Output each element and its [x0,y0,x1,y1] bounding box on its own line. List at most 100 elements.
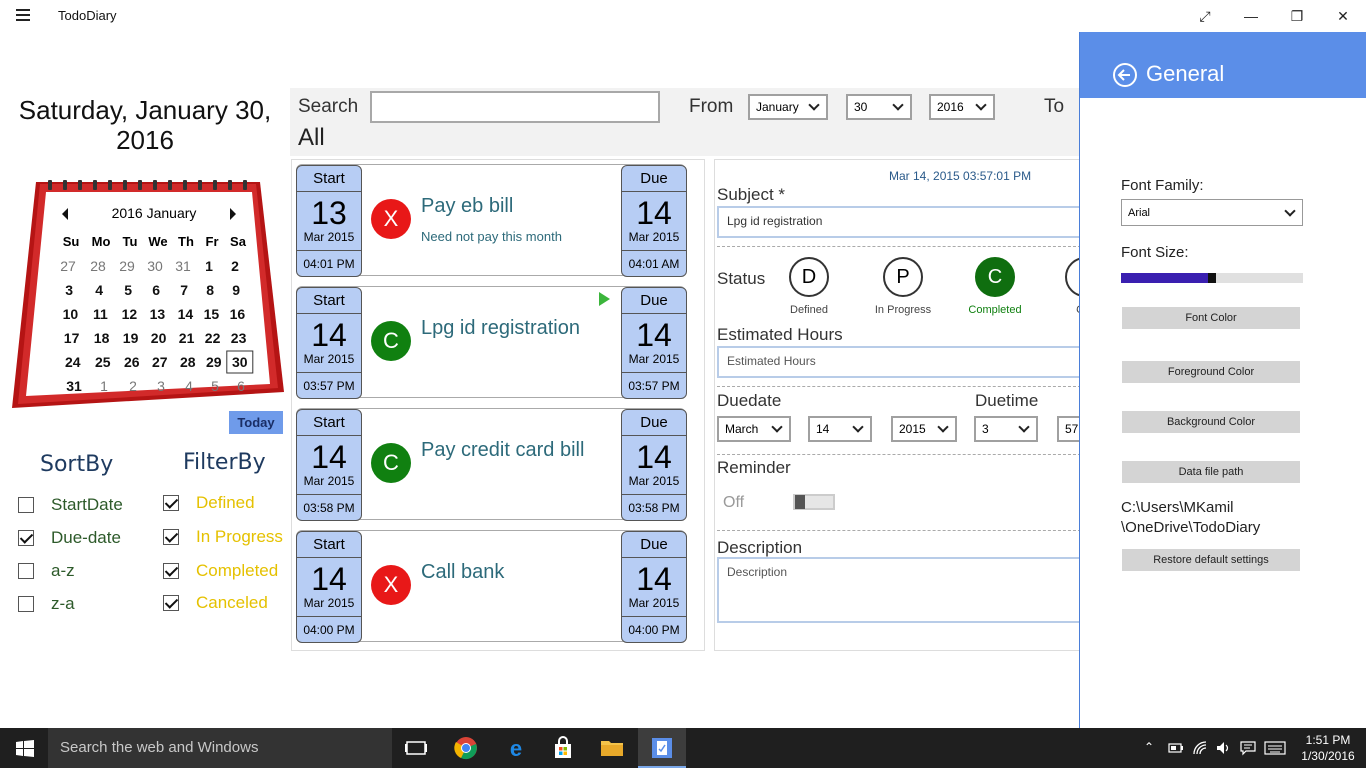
calendar-day[interactable]: 24 [65,354,81,370]
filter-option[interactable]: Canceled [163,593,268,613]
filter-checkbox[interactable] [163,563,179,579]
edge-icon[interactable]: e [504,736,528,760]
calendar-day[interactable]: 30 [232,354,248,370]
calendar-day[interactable]: 11 [93,306,108,322]
font-color-button[interactable]: Font Color [1122,307,1300,329]
sort-checkbox[interactable] [18,497,34,513]
calendar-day[interactable]: 31 [175,258,191,274]
wifi-icon[interactable] [1192,740,1208,756]
due-year-select[interactable]: 2015 [891,416,957,442]
restore-defaults-button[interactable]: Restore default settings [1122,549,1300,571]
calendar-day[interactable]: 3 [65,282,73,298]
calendar-day[interactable]: 2 [129,378,137,394]
reminder-toggle[interactable] [793,494,835,510]
calendar-day[interactable]: 25 [95,354,111,370]
calendar-day[interactable]: 5 [124,282,132,298]
sort-option[interactable]: Due-date [18,528,121,548]
volume-icon[interactable] [1216,740,1232,756]
filter-checkbox[interactable] [163,595,179,611]
sort-checkbox[interactable] [18,530,34,546]
active-app-tile[interactable] [638,728,686,768]
filter-checkbox[interactable] [163,495,179,511]
slider-thumb[interactable] [1208,273,1216,283]
from-day-select[interactable]: 30 [846,94,912,120]
due-hour-select[interactable]: 3 [974,416,1038,442]
background-color-button[interactable]: Background Color [1122,411,1300,433]
close-button[interactable]: ✕ [1320,0,1366,32]
calendar-day[interactable]: 15 [204,306,220,322]
calendar-day[interactable]: 9 [232,282,240,298]
calendar-day[interactable]: 22 [205,330,221,346]
battery-icon[interactable] [1168,742,1184,754]
font-size-slider[interactable] [1121,273,1303,283]
calendar-day[interactable]: 20 [151,330,167,346]
filter-option[interactable]: Defined [163,493,255,513]
foreground-color-button[interactable]: Foreground Color [1122,361,1300,383]
calendar-day[interactable]: 27 [152,354,168,370]
calendar-day[interactable]: 5 [211,378,219,394]
calendar-day[interactable]: 13 [150,306,166,322]
task-card[interactable]: Start 14 Mar 2015 04:00 PM X Call bank Due 14 Ma… [296,530,687,643]
calendar-day[interactable]: 28 [180,354,196,370]
description-input[interactable]: Description [717,557,1079,623]
windows-start-icon[interactable] [16,740,34,757]
sort-option[interactable]: StartDate [18,495,123,515]
calendar-day[interactable]: 18 [94,330,110,346]
sort-checkbox[interactable] [18,563,34,579]
back-arrow-icon[interactable] [1112,62,1138,88]
sort-option[interactable]: z-a [18,594,75,614]
calendar-day[interactable]: 26 [124,354,140,370]
taskbar-search-box[interactable]: Search the web and Windows [48,728,392,768]
font-family-select[interactable]: Arial [1121,199,1303,226]
status-option-defined[interactable]: D [789,257,829,297]
estimated-hours-input[interactable]: Estimated Hours [717,346,1079,378]
from-month-select[interactable]: January [748,94,828,120]
calendar-day[interactable]: 19 [123,330,139,346]
calendar-day[interactable]: 3 [157,378,165,394]
action-center-icon[interactable] [1240,740,1256,756]
calendar-day[interactable]: 31 [66,378,82,394]
from-year-select[interactable]: 2016 [929,94,995,120]
maximize-button[interactable]: ❐ [1274,0,1320,32]
store-icon[interactable] [551,736,575,760]
task-view-icon[interactable] [404,736,428,760]
calendar-day[interactable]: 21 [179,330,195,346]
calendar-day[interactable]: 4 [185,378,193,394]
hamburger-menu-icon[interactable] [16,9,30,21]
today-button[interactable]: Today [229,411,283,434]
show-hidden-icons-icon[interactable]: ⌃ [1144,740,1154,754]
search-input[interactable] [370,91,660,123]
calendar-day[interactable]: 4 [95,282,103,298]
calendar-day[interactable]: 29 [206,354,222,370]
calendar-day[interactable]: 17 [64,330,80,346]
sort-checkbox[interactable] [18,596,34,612]
calendar-day[interactable]: 16 [230,306,246,322]
task-card[interactable]: Start 14 Mar 2015 03:57 PM C Lpg id registrat… [296,286,687,399]
filter-option[interactable]: In Progress [163,527,283,547]
task-card[interactable]: Start 13 Mar 2015 04:01 PM X Pay eb bill Need … [296,164,687,277]
calendar-day[interactable]: 28 [90,258,106,274]
calendar-day[interactable]: 6 [237,378,245,394]
calendar-day[interactable]: 12 [122,306,138,322]
calendar-day[interactable]: 6 [152,282,160,298]
due-month-select[interactable]: March [717,416,791,442]
fullscreen-icon[interactable]: ⤢ [1182,0,1228,32]
clock[interactable]: 1:51 PM 1/30/2016 [1296,732,1360,764]
task-card[interactable]: Start 14 Mar 2015 03:58 PM C Pay credit card … [296,408,687,521]
calendar-day[interactable]: 1 [205,258,213,274]
calendar-day[interactable]: 27 [60,258,76,274]
calendar-day[interactable]: 1 [100,378,108,394]
calendar-day[interactable]: 14 [178,306,194,322]
calendar-day[interactable]: 10 [63,306,79,322]
calendar-day[interactable]: 7 [180,282,188,298]
calendar-day[interactable]: 23 [231,330,247,346]
calendar-day[interactable]: 29 [119,258,135,274]
file-explorer-icon[interactable] [600,736,624,760]
status-option-completed[interactable]: C [975,257,1015,297]
calendar-day[interactable]: 8 [206,282,214,298]
minimize-button[interactable]: — [1228,0,1274,32]
due-minute-select[interactable]: 57 [1057,416,1079,442]
filter-checkbox[interactable] [163,529,179,545]
subject-input[interactable]: Lpg id registration [717,206,1079,238]
status-option-in-progress[interactable]: P [883,257,923,297]
